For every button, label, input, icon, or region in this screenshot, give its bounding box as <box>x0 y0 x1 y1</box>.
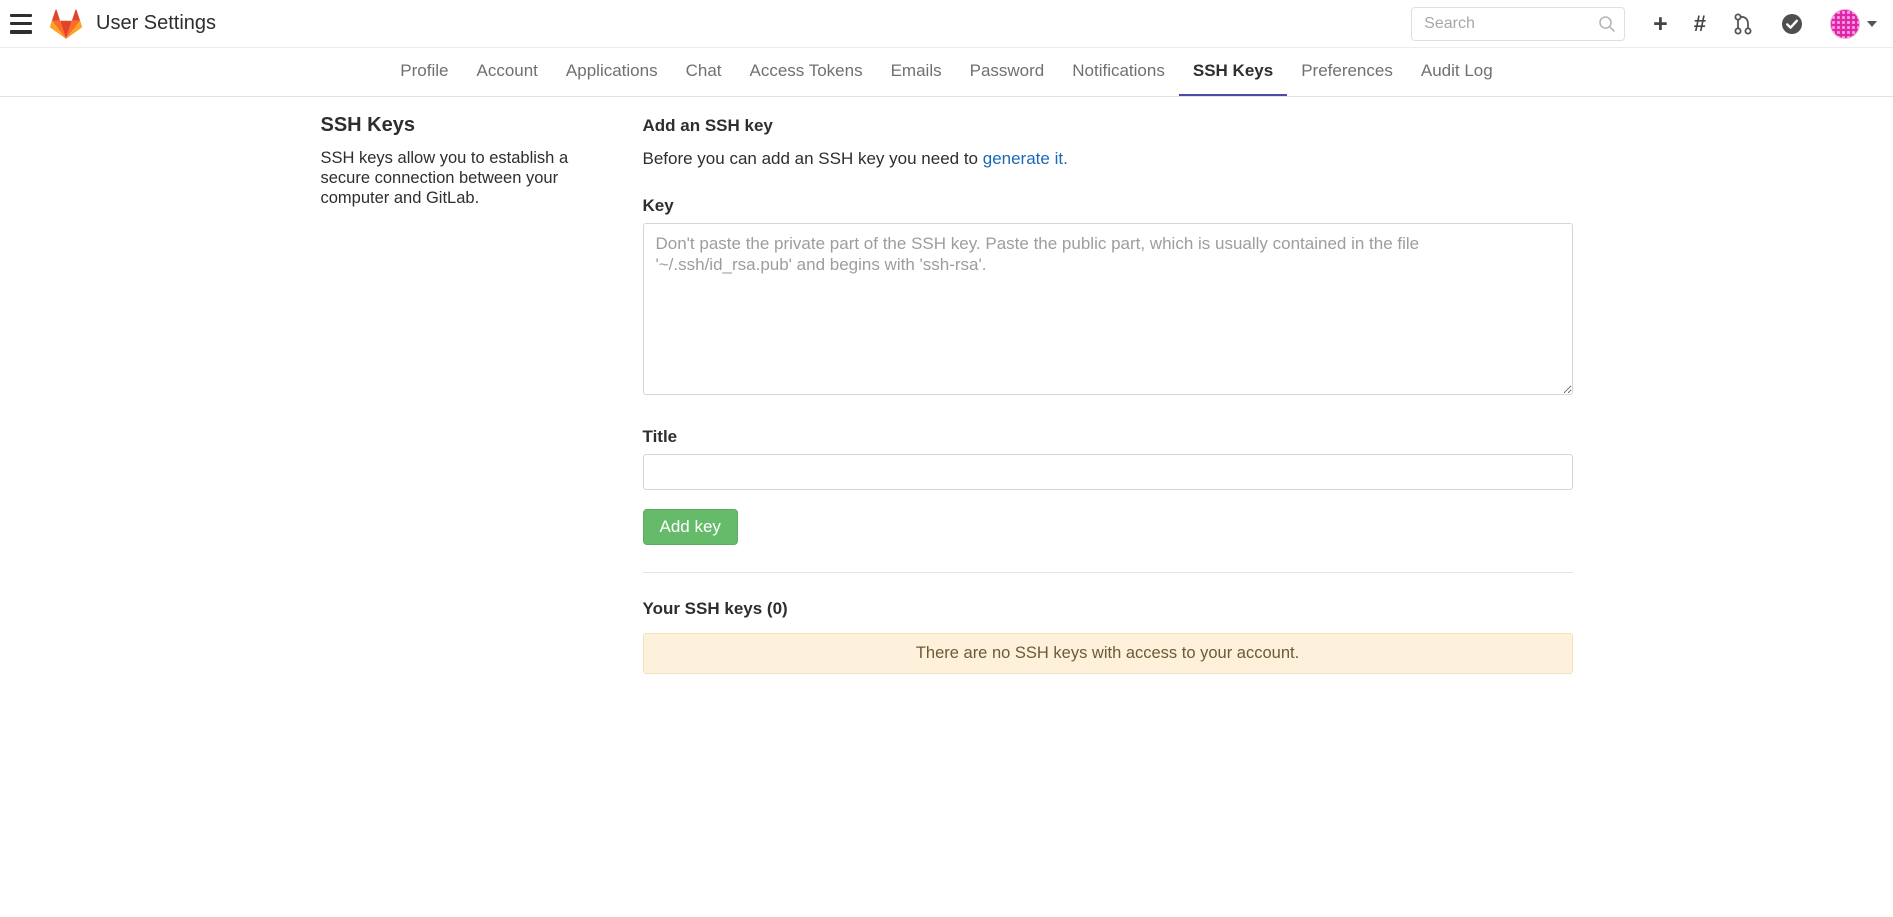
add-ssh-key-heading: Add an SSH key <box>643 116 1573 136</box>
tab-applications[interactable]: Applications <box>552 48 672 96</box>
tab-emails[interactable]: Emails <box>877 48 956 96</box>
section-divider <box>643 572 1573 573</box>
gitlab-logo[interactable] <box>50 8 82 40</box>
navbar-actions: + # <box>1411 7 1877 41</box>
user-avatar[interactable] <box>1830 9 1860 39</box>
section-description: SSH keys allow you to establish a secure… <box>321 148 603 208</box>
settings-tabs: Profile Account Applications Chat Access… <box>0 48 1893 97</box>
no-keys-warning: There are no SSH keys with access to you… <box>643 633 1573 674</box>
your-ssh-keys-heading: Your SSH keys (0) <box>643 599 1573 619</box>
tab-chat[interactable]: Chat <box>672 48 736 96</box>
section-heading: SSH Keys <box>321 114 603 137</box>
menu-icon[interactable] <box>10 14 36 34</box>
caret-down-icon[interactable] <box>1867 21 1877 27</box>
section-description-column: SSH Keys SSH keys allow you to establish… <box>321 112 643 714</box>
tab-notifications[interactable]: Notifications <box>1058 48 1179 96</box>
merge-request-icon[interactable] <box>1732 12 1754 36</box>
hash-icon[interactable]: # <box>1694 12 1706 36</box>
tab-password[interactable]: Password <box>956 48 1059 96</box>
tab-preferences[interactable]: Preferences <box>1287 48 1407 96</box>
top-navbar: User Settings + # <box>0 0 1893 48</box>
todo-check-icon[interactable] <box>1780 12 1804 36</box>
key-label: Key <box>643 196 1573 216</box>
tab-ssh-keys[interactable]: SSH Keys <box>1179 48 1287 96</box>
search-input[interactable] <box>1411 7 1625 41</box>
generate-key-hint-text: Before you can add an SSH key you need t… <box>643 149 983 168</box>
search-icon <box>1598 15 1616 33</box>
tab-account[interactable]: Account <box>462 48 551 96</box>
page-title: User Settings <box>96 12 216 35</box>
tab-access-tokens[interactable]: Access Tokens <box>736 48 877 96</box>
content-area: SSH Keys SSH keys allow you to establish… <box>321 97 1573 714</box>
generate-key-hint: Before you can add an SSH key you need t… <box>643 149 1573 169</box>
new-plus-icon[interactable]: + <box>1653 12 1668 36</box>
tab-profile[interactable]: Profile <box>386 48 462 96</box>
tab-audit-log[interactable]: Audit Log <box>1407 48 1507 96</box>
title-input[interactable] <box>643 454 1573 490</box>
ssh-key-form-column: Add an SSH key Before you can add an SSH… <box>643 112 1573 714</box>
title-label: Title <box>643 427 1573 447</box>
add-key-button[interactable]: Add key <box>643 509 738 545</box>
key-textarea[interactable] <box>643 223 1573 395</box>
generate-it-link[interactable]: generate it. <box>983 149 1068 168</box>
